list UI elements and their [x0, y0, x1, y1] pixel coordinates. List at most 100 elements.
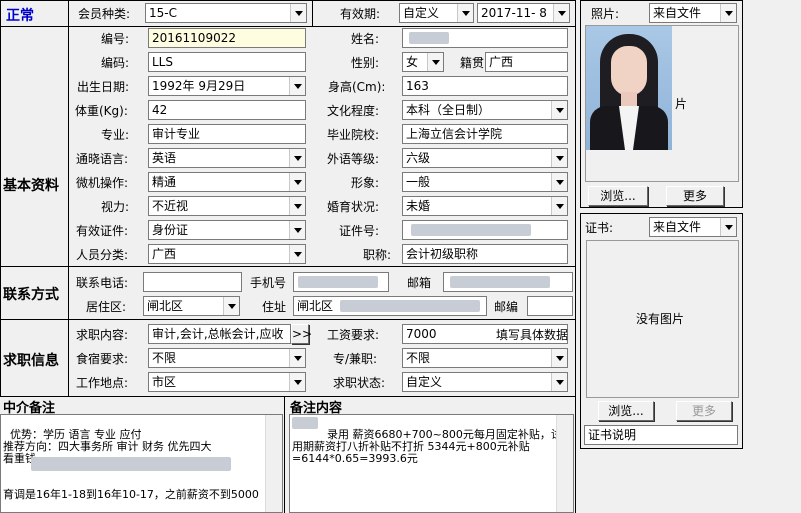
- gender-label: 性别:: [351, 56, 380, 70]
- chevron-down-icon[interactable]: [289, 149, 305, 167]
- address-input[interactable]: 闸北区: [293, 296, 487, 316]
- section-basic-info: 基本资料: [3, 178, 59, 194]
- major-input[interactable]: 审计专业: [148, 124, 306, 144]
- phone-input[interactable]: [143, 272, 242, 292]
- marriage-select[interactable]: 未婚: [402, 196, 568, 216]
- appearance-select[interactable]: 一般: [402, 172, 568, 192]
- workplace-select[interactable]: 市区: [148, 372, 306, 392]
- salary-note: 填写具体数据: [496, 328, 569, 342]
- school-input[interactable]: 上海立信会计学院: [402, 124, 568, 144]
- photo-overlay-text: 片: [675, 97, 688, 111]
- photo-browse-button[interactable]: 浏览...: [588, 186, 648, 206]
- vision-label: 视力:: [101, 200, 130, 214]
- job-content-more-button[interactable]: >>: [291, 324, 312, 344]
- chevron-down-icon[interactable]: [289, 245, 305, 263]
- cert-label: 证书:: [585, 221, 614, 235]
- photo-change-button[interactable]: 更多: [666, 186, 724, 206]
- chevron-down-icon[interactable]: [223, 297, 239, 315]
- job-status-label: 求职状态:: [333, 376, 386, 390]
- member-type-select[interactable]: 15-C: [145, 3, 307, 23]
- agent-note-textarea[interactable]: 优势：学历 语言 专业 应付 推荐方向：四大事务所 审计 财务 优先四大 看重钱…: [0, 414, 283, 513]
- redacted-doc-no: [411, 224, 531, 236]
- name-label: 姓名:: [351, 32, 380, 46]
- title-label: 职称:: [363, 248, 392, 262]
- chevron-down-icon[interactable]: [457, 4, 473, 22]
- vision-select[interactable]: 不近视: [148, 196, 306, 216]
- mobile-input[interactable]: [293, 272, 389, 292]
- language-select[interactable]: 英语: [148, 148, 306, 168]
- origin-input[interactable]: 广西: [485, 52, 568, 72]
- validity-mode-select[interactable]: 自定义: [399, 3, 474, 23]
- portrait-face: [611, 46, 647, 96]
- chevron-down-icon[interactable]: [289, 173, 305, 191]
- chevron-down-icon[interactable]: [289, 373, 305, 391]
- job-status-select[interactable]: 自定义: [402, 372, 568, 392]
- doc-no-input[interactable]: [402, 220, 568, 240]
- school-label: 毕业院校:: [327, 128, 380, 142]
- chevron-down-icon[interactable]: [551, 197, 567, 215]
- chevron-down-icon[interactable]: [551, 101, 567, 119]
- chevron-down-icon[interactable]: [289, 197, 305, 215]
- workplace-label: 工作地点:: [76, 376, 129, 390]
- job-content-input[interactable]: 审计,会计,总帐会计,应收: [148, 324, 291, 344]
- chevron-down-icon[interactable]: [289, 221, 305, 239]
- redacted-name: [409, 32, 449, 44]
- cert-empty-text: 没有图片: [636, 312, 685, 326]
- board-select[interactable]: 不限: [148, 348, 306, 368]
- chevron-down-icon[interactable]: [551, 373, 567, 391]
- chevron-down-icon[interactable]: [720, 218, 736, 236]
- chevron-down-icon[interactable]: [551, 173, 567, 191]
- district-label: 居住区:: [86, 300, 127, 314]
- photo-source-select[interactable]: 来自文件: [649, 3, 737, 23]
- chevron-down-icon[interactable]: [551, 349, 567, 367]
- chevron-down-icon[interactable]: [553, 4, 569, 22]
- birth-label: 出生日期:: [77, 80, 130, 94]
- appearance-label: 形象:: [351, 176, 380, 190]
- name-input[interactable]: [402, 28, 568, 48]
- height-input[interactable]: 163: [402, 76, 568, 96]
- chevron-down-icon[interactable]: [427, 53, 443, 71]
- chevron-down-icon[interactable]: [720, 4, 736, 22]
- doc-no-label: 证件号:: [339, 224, 380, 238]
- chevron-down-icon[interactable]: [551, 149, 567, 167]
- chevron-down-icon[interactable]: [289, 349, 305, 367]
- member-type-label: 会员种类:: [78, 7, 131, 21]
- job-content-label: 求职内容:: [76, 328, 129, 342]
- section-job-info: 求职信息: [3, 353, 59, 369]
- origin-label: 籍贯: [460, 56, 485, 70]
- valid-doc-select[interactable]: 身份证: [148, 220, 306, 240]
- chevron-down-icon[interactable]: [290, 4, 306, 22]
- weight-input[interactable]: 42: [148, 100, 306, 120]
- chevron-down-icon[interactable]: [289, 77, 305, 95]
- phone-label: 联系电话:: [76, 276, 129, 290]
- title-input[interactable]: 会计初级职称: [402, 244, 568, 264]
- id-no-label: 编号:: [101, 32, 130, 46]
- category-select[interactable]: 广西: [148, 244, 306, 264]
- fulltime-label: 专/兼职:: [333, 352, 378, 366]
- redacted-email: [450, 276, 550, 288]
- education-select[interactable]: 本科（全日制）: [402, 100, 568, 120]
- computer-select[interactable]: 精通: [148, 172, 306, 192]
- cert-change-button[interactable]: 更多: [676, 401, 732, 421]
- cert-source-select[interactable]: 来自文件: [649, 217, 737, 237]
- validity-date-picker[interactable]: 2017-11- 8: [477, 3, 570, 23]
- cert-browse-button[interactable]: 浏览...: [598, 401, 654, 421]
- email-input[interactable]: [443, 272, 573, 292]
- scrollbar[interactable]: [556, 415, 573, 512]
- portrait-photo: [586, 26, 672, 150]
- education-label: 文化程度:: [327, 104, 380, 118]
- validity-label: 有效期:: [340, 7, 381, 21]
- code-input[interactable]: LLS: [148, 52, 306, 72]
- remark-textarea[interactable]: 录用 薪资6680+700~800元每月固定补贴，试用期薪资打八折补贴不打折 5…: [289, 414, 574, 513]
- address-label: 住址: [262, 300, 287, 314]
- id-no-input[interactable]: 20161109022: [148, 28, 306, 48]
- cert-desc-input[interactable]: 证书说明: [584, 425, 738, 445]
- foreign-level-select[interactable]: 六级: [402, 148, 568, 168]
- birth-date-picker[interactable]: 1992年 9月29日: [148, 76, 306, 96]
- zip-input[interactable]: [527, 296, 573, 316]
- scrollbar[interactable]: [265, 415, 282, 512]
- weight-label: 体重(Kg):: [75, 104, 128, 118]
- gender-select[interactable]: 女: [402, 52, 444, 72]
- district-select[interactable]: 闸北区: [143, 296, 240, 316]
- fulltime-select[interactable]: 不限: [402, 348, 568, 368]
